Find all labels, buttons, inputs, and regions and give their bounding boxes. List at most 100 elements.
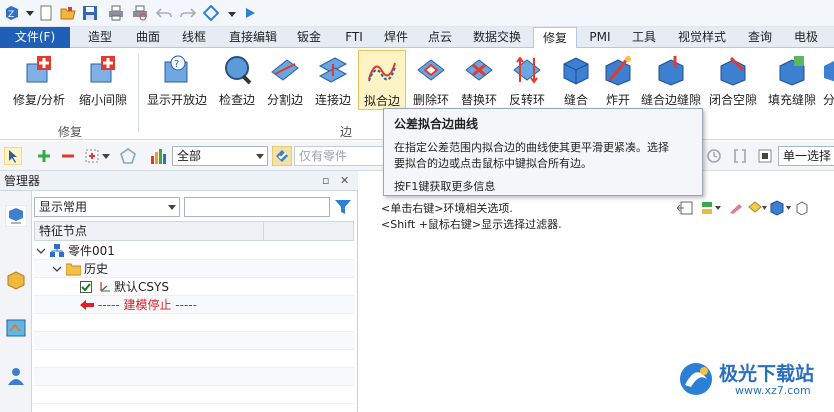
- menu-file[interactable]: 文件(F): [0, 27, 70, 48]
- reverse-loop-button[interactable]: 反转环: [504, 50, 550, 110]
- select-mode-combo[interactable]: 单一选择: [778, 146, 834, 166]
- graphics-canvas[interactable]: <单击右键>环境相关选项. <Shift +鼠标右键>显示选择过滤器. 极光下载…: [359, 171, 834, 412]
- tree-empty-row: [34, 332, 354, 350]
- tree-row-part[interactable]: 零件001: [34, 242, 354, 260]
- menu-modeling[interactable]: 造型: [78, 27, 122, 48]
- play-icon[interactable]: [242, 5, 258, 21]
- fit-edge-button[interactable]: 拟合边: [358, 50, 406, 110]
- stop-square-icon[interactable]: [758, 149, 772, 163]
- menu-point-cloud[interactable]: 点云: [420, 27, 460, 48]
- brush-icon[interactable]: [729, 202, 743, 214]
- bracket-icon[interactable]: [732, 148, 748, 164]
- undo-icon[interactable]: [156, 5, 172, 21]
- repair-analyze-button[interactable]: 修复/分析: [8, 50, 70, 110]
- tree-row-stop[interactable]: ----- 建模停止 -----: [34, 296, 354, 314]
- stitch-edge-gap-button[interactable]: 缝合边缝隙: [638, 50, 704, 110]
- menu-weldment[interactable]: 焊件: [376, 27, 416, 48]
- clock-icon[interactable]: [706, 148, 722, 164]
- dropdown-icon[interactable]: [22, 5, 38, 21]
- stop-arrow-icon: [80, 300, 94, 310]
- add-icon[interactable]: [36, 148, 52, 164]
- print-icon[interactable]: [108, 5, 124, 21]
- filter-dropdown-icon: [256, 154, 264, 159]
- save-icon[interactable]: [82, 5, 98, 21]
- explode-icon: [605, 56, 631, 86]
- menu-sheet-metal[interactable]: 钣金: [288, 27, 330, 48]
- reverse-loop-label: 反转环: [508, 93, 545, 107]
- split-edge-button[interactable]: 分割边: [262, 50, 308, 110]
- join-edge-icon: [318, 57, 348, 83]
- more-display-icon[interactable]: [795, 201, 809, 215]
- stitch-button[interactable]: 缝合: [556, 50, 596, 110]
- menu-data-exchange[interactable]: 数据交换: [466, 27, 528, 48]
- pin-icon[interactable]: ▫: [322, 171, 329, 191]
- box-select-dropdown-icon[interactable]: [102, 152, 110, 160]
- view-back-icon[interactable]: [677, 201, 693, 215]
- expand-chevron-icon[interactable]: [53, 265, 61, 273]
- assembly-tab-icon[interactable]: [5, 317, 27, 339]
- filter-funnel-icon[interactable]: [334, 198, 352, 216]
- customize-dropdown-icon[interactable]: [224, 5, 240, 21]
- delete-loop-button[interactable]: 删除环: [408, 50, 454, 110]
- menu-query[interactable]: 查询: [740, 27, 780, 48]
- replace-loop-button[interactable]: 替换环: [456, 50, 502, 110]
- only-parts-field[interactable]: 仅有零件: [294, 146, 384, 166]
- join-edge-button[interactable]: 连接边: [310, 50, 356, 110]
- checkbox-checked-icon[interactable]: [80, 281, 92, 293]
- menu-direct-edit[interactable]: 直接编辑: [222, 27, 284, 48]
- group-label-edge: 边: [340, 125, 353, 139]
- tree-search-input[interactable]: [184, 197, 330, 217]
- check-edges-button[interactable]: 检查边: [214, 50, 260, 110]
- part-tab-icon[interactable]: [5, 269, 27, 291]
- show-open-edges-icon: ?: [164, 55, 188, 83]
- fill-color-icon[interactable]: [747, 201, 767, 215]
- close-gap-button[interactable]: 闭合空隙: [706, 50, 760, 110]
- tree-row-csys[interactable]: 默认CSYS: [34, 278, 354, 296]
- remove-icon[interactable]: [60, 148, 76, 164]
- filter-combo[interactable]: 全部: [172, 146, 268, 166]
- layers-dropdown-icon[interactable]: [701, 200, 721, 216]
- menu-surface[interactable]: 曲面: [126, 27, 170, 48]
- menu-electrode[interactable]: 电极: [786, 27, 826, 48]
- tree-column-header: 特征节点: [34, 221, 354, 241]
- expand-chevron-icon[interactable]: [37, 247, 45, 255]
- display-cube-icon[interactable]: [769, 200, 791, 216]
- ribbon-overflow-button[interactable]: 分: [822, 50, 834, 110]
- explode-button[interactable]: 炸开: [598, 50, 638, 110]
- menu-wireframe[interactable]: 线框: [172, 27, 216, 48]
- stitch-edge-gap-label: 缝合边缝隙: [640, 93, 701, 107]
- fit-edge-icon: [368, 62, 396, 82]
- check-edges-label: 检查边: [218, 93, 255, 107]
- menu-pmi[interactable]: PMI: [582, 27, 618, 48]
- menu-repair[interactable]: 修复: [533, 27, 577, 49]
- regen-icon[interactable]: [203, 5, 219, 21]
- manager-panel: 管理器 ▫ ✕ 显示常用 特征节点 零件001 历史 默认CSYS ----- …: [0, 171, 358, 412]
- select-pointer-icon[interactable]: [4, 147, 22, 165]
- box-select-icon[interactable]: [84, 148, 100, 164]
- menu-fti[interactable]: FTI: [336, 27, 372, 48]
- view-filter-combo[interactable]: 显示常用: [34, 197, 180, 217]
- fill-gap-button[interactable]: 填充缝隙: [764, 50, 820, 110]
- tooltip-description-line1: 在指定公差范围内拟合边的曲线使其更平滑更紧凑。选择: [394, 141, 669, 154]
- tree-tab-icon[interactable]: [5, 205, 27, 227]
- fit-edge-label: 拟合边: [363, 94, 400, 108]
- redo-icon[interactable]: [180, 5, 196, 21]
- new-file-icon[interactable]: [38, 5, 54, 21]
- close-icon[interactable]: ✕: [340, 171, 349, 191]
- user-tab-icon[interactable]: [5, 365, 27, 387]
- replace-loop-label: 替换环: [460, 93, 497, 107]
- print-preview-icon[interactable]: [132, 5, 148, 21]
- only-parts-toggle-icon[interactable]: [272, 146, 292, 166]
- polygon-select-icon[interactable]: [120, 148, 136, 164]
- view-filter-value: 显示常用: [39, 200, 88, 214]
- menu-visual-style[interactable]: 视觉样式: [670, 27, 734, 48]
- shrink-gap-icon: [90, 56, 115, 83]
- repair-analyze-icon: [26, 56, 51, 83]
- fill-gap-label: 填充缝隙: [767, 93, 816, 107]
- tree-row-history[interactable]: 历史: [34, 260, 354, 278]
- folder-icon: [66, 263, 81, 276]
- show-open-edges-button[interactable]: ? 显示开放边: [143, 50, 211, 110]
- menu-tools[interactable]: 工具: [624, 27, 664, 48]
- shrink-gap-button[interactable]: 缩小间隙: [74, 50, 132, 110]
- open-folder-icon[interactable]: [60, 5, 76, 21]
